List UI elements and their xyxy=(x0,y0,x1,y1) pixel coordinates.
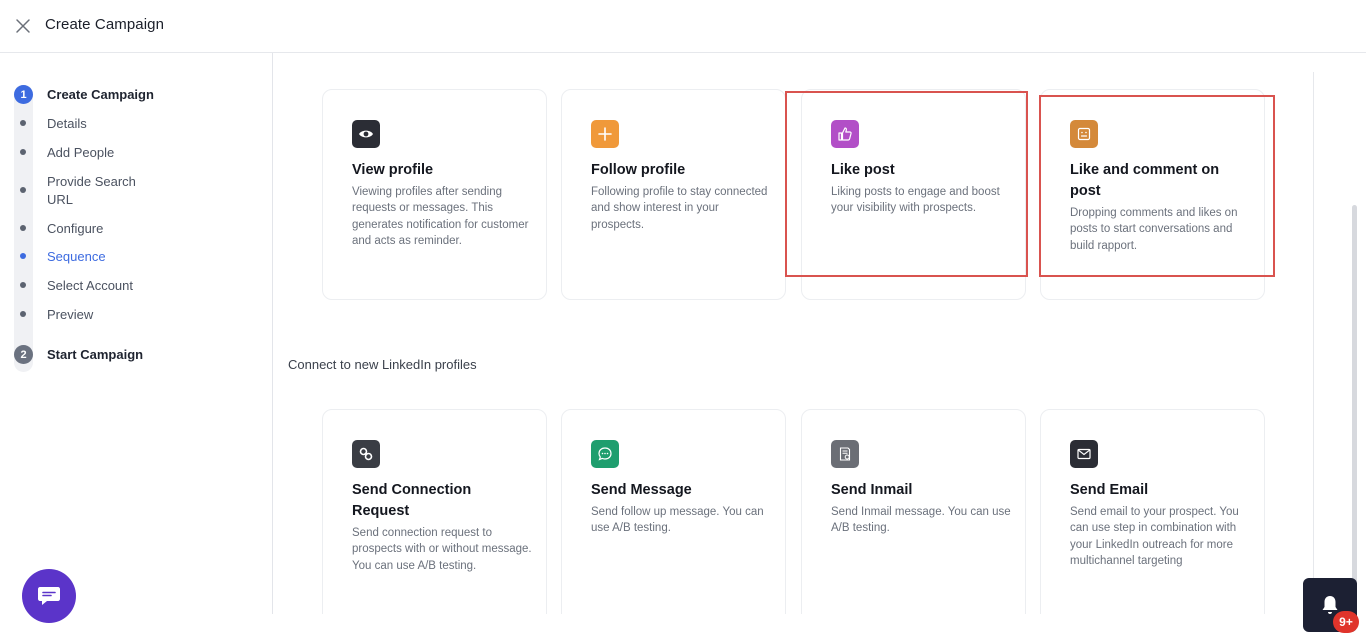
step-start-campaign[interactable]: 2 Start Campaign xyxy=(14,345,143,364)
card-description: Dropping comments and likes on posts to … xyxy=(1070,207,1238,252)
card-title: Send Email xyxy=(1070,482,1149,498)
action-card-send-email[interactable]: Send Email Send email to your prospect. … xyxy=(1040,409,1265,614)
sidebar-item-select-account[interactable]: Select Account xyxy=(20,277,157,295)
plus-icon xyxy=(591,120,619,148)
sidebar-item-configure[interactable]: Configure xyxy=(20,220,157,238)
sidebar-item-provide-search-url[interactable]: Provide Search URL xyxy=(20,173,157,209)
card-title: Send Connection Request xyxy=(352,482,472,519)
sequence-actions-panel: View profile Viewing profiles after send… xyxy=(274,72,1313,614)
sidebar-item-preview[interactable]: Preview xyxy=(20,306,157,324)
card-description: Viewing profiles after sending requests … xyxy=(352,186,529,247)
page-title: Create Campaign xyxy=(45,16,165,33)
bullet xyxy=(20,311,26,317)
sidebar-item-sequence[interactable]: Sequence xyxy=(20,248,157,266)
card-description: Send follow up message. You can use A/B … xyxy=(591,506,764,535)
card-description: Send email to your prospect. You can use… xyxy=(1070,506,1239,567)
content-divider xyxy=(1313,72,1314,614)
card-description: Following profile to stay connected and … xyxy=(591,186,768,231)
sidebar-item-label: Preview xyxy=(47,307,94,322)
sidebar-item-label: Add People xyxy=(47,145,115,160)
card-title: Send Message xyxy=(591,482,692,498)
inmail-icon xyxy=(831,440,859,468)
sidebar-item-label: Configure xyxy=(47,221,104,236)
action-card-send-connection-request[interactable]: Send Connection Request Send connection … xyxy=(322,409,547,614)
sidebar-item-label: Sequence xyxy=(47,249,106,264)
chat-support-button[interactable] xyxy=(22,569,76,623)
step-label: Create Campaign xyxy=(47,87,154,102)
eye-icon xyxy=(352,120,380,148)
card-title: Follow profile xyxy=(591,162,686,178)
chat-icon xyxy=(591,440,619,468)
notification-count-badge: 9+ xyxy=(1333,611,1359,633)
top-bar: Create Campaign xyxy=(0,0,1366,53)
card-title: Like post xyxy=(831,162,895,178)
close-icon[interactable] xyxy=(14,17,32,35)
card-title: Like and comment on post xyxy=(1070,162,1220,199)
sidebar-item-details[interactable]: Details xyxy=(20,115,157,133)
scrollbar[interactable] xyxy=(1352,205,1357,585)
link-icon xyxy=(352,440,380,468)
step-number: 1 xyxy=(14,85,33,104)
card-title: View profile xyxy=(352,162,434,178)
step-create-campaign[interactable]: 1 Create Campaign xyxy=(14,85,154,104)
smiley-icon xyxy=(1070,120,1098,148)
card-description: Liking posts to engage and boost your vi… xyxy=(831,186,1000,215)
sidebar-item-label: Select Account xyxy=(47,278,133,293)
sidebar-item-label: Details xyxy=(47,116,87,131)
action-card-like-and-comment[interactable]: Like and comment on post Dropping commen… xyxy=(1040,89,1265,300)
bullet xyxy=(20,253,26,259)
action-card-send-inmail[interactable]: Send Inmail Send Inmail message. You can… xyxy=(801,409,1026,614)
mail-icon xyxy=(1070,440,1098,468)
card-description: Send Inmail message. You can use A/B tes… xyxy=(831,506,1011,535)
thumbs-up-icon xyxy=(831,120,859,148)
card-description: Send connection request to prospects wit… xyxy=(352,527,532,572)
bullet xyxy=(20,187,26,193)
bullet xyxy=(20,282,26,288)
card-title: Send Inmail xyxy=(831,482,913,498)
chat-bubble-icon xyxy=(38,587,60,605)
action-card-follow-profile[interactable]: Follow profile Following profile to stay… xyxy=(561,89,786,300)
action-card-send-message[interactable]: Send Message Send follow up message. You… xyxy=(561,409,786,614)
section-heading-connect: Connect to new LinkedIn profiles xyxy=(288,357,477,372)
action-card-view-profile[interactable]: View profile Viewing profiles after send… xyxy=(322,89,547,300)
sidebar: 1 Create Campaign Details Add People Pro… xyxy=(0,53,273,614)
bullet xyxy=(20,149,26,155)
bullet xyxy=(20,225,26,231)
bullet xyxy=(20,120,26,126)
sidebar-item-label: Provide Search URL xyxy=(47,174,136,207)
step-number: 2 xyxy=(14,345,33,364)
sidebar-item-add-people[interactable]: Add People xyxy=(20,144,157,162)
step-label: Start Campaign xyxy=(47,347,144,362)
action-card-like-post[interactable]: Like post Liking posts to engage and boo… xyxy=(801,89,1026,300)
